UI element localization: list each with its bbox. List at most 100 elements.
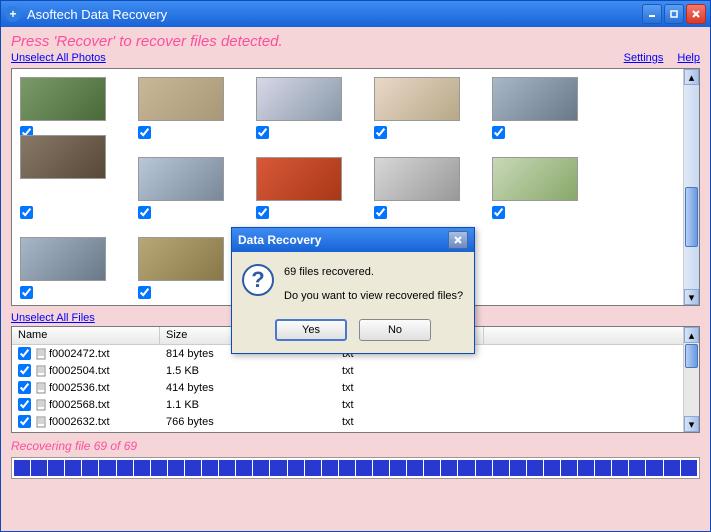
- titlebar: + Asoftech Data Recovery: [1, 1, 710, 27]
- photo-thumbnail: [374, 77, 460, 121]
- progress-segment: [578, 460, 594, 476]
- progress-segment: [527, 460, 543, 476]
- scroll-up-icon[interactable]: ▴: [684, 327, 699, 343]
- file-row[interactable]: f0002536.txt414 bytestxt: [12, 379, 699, 396]
- scrollbar-thumb[interactable]: [685, 187, 698, 247]
- photo-item[interactable]: [256, 77, 342, 121]
- photo-checkbox[interactable]: [20, 286, 33, 299]
- maximize-button[interactable]: [664, 4, 684, 24]
- dialog-titlebar: Data Recovery: [232, 228, 474, 252]
- file-ext: txt: [336, 382, 484, 394]
- photo-item[interactable]: [256, 157, 342, 201]
- photo-item[interactable]: [138, 237, 224, 281]
- photo-item[interactable]: [374, 77, 460, 121]
- photo-checkbox[interactable]: [138, 206, 151, 219]
- window-buttons: [642, 4, 706, 24]
- file-ext: txt: [336, 365, 484, 377]
- photo-item[interactable]: [20, 77, 106, 121]
- dialog-close-button[interactable]: [448, 231, 468, 249]
- photo-thumbnail: [20, 237, 106, 281]
- photo-thumbnail: [374, 157, 460, 201]
- photo-checkbox[interactable]: [492, 206, 505, 219]
- progress-segment: [510, 460, 526, 476]
- file-scrollbar[interactable]: ▴ ▾: [683, 327, 699, 432]
- progress-segment: [441, 460, 457, 476]
- file-checkbox[interactable]: [18, 347, 31, 360]
- photo-thumbnail: [138, 237, 224, 281]
- progress-segment: [14, 460, 30, 476]
- settings-link[interactable]: Settings: [624, 52, 664, 64]
- file-row[interactable]: f0002632.txt766 bytestxt: [12, 413, 699, 430]
- yes-button[interactable]: Yes: [275, 319, 347, 341]
- progress-segment: [390, 460, 406, 476]
- scrollbar-thumb[interactable]: [685, 344, 698, 368]
- file-icon: [35, 399, 47, 411]
- scroll-down-icon[interactable]: ▾: [684, 289, 699, 305]
- minimize-button[interactable]: [642, 4, 662, 24]
- photo-thumbnail: [256, 157, 342, 201]
- photo-thumbnail: [492, 157, 578, 201]
- photo-checkbox[interactable]: [138, 126, 151, 139]
- progress-segment: [681, 460, 697, 476]
- progress-segment: [646, 460, 662, 476]
- no-button[interactable]: No: [359, 319, 431, 341]
- photo-checkbox[interactable]: [492, 126, 505, 139]
- progress-segment: [629, 460, 645, 476]
- app-title: Asoftech Data Recovery: [27, 7, 642, 22]
- file-icon: [35, 416, 47, 428]
- photo-item[interactable]: [138, 157, 224, 201]
- progress-segment: [253, 460, 269, 476]
- photo-item[interactable]: [20, 237, 106, 281]
- photo-checkbox[interactable]: [374, 206, 387, 219]
- file-name: f0002568.txt: [49, 399, 110, 411]
- photo-thumbnail: [138, 77, 224, 121]
- recovery-dialog: Data Recovery ? 69 files recovered. Do y…: [231, 227, 475, 354]
- file-size: 414 bytes: [160, 382, 336, 394]
- progress-segment: [31, 460, 47, 476]
- progress-segment: [202, 460, 218, 476]
- top-links: Unselect All Photos Settings Help: [11, 52, 700, 64]
- instruction-text: Press 'Recover' to recover files detecte…: [11, 33, 700, 50]
- photo-checkbox[interactable]: [138, 286, 151, 299]
- progress-segment: [407, 460, 423, 476]
- progress-segment: [305, 460, 321, 476]
- photo-item[interactable]: [492, 77, 578, 121]
- photo-checkbox[interactable]: [374, 126, 387, 139]
- file-row[interactable]: f0002568.txt1.1 KBtxt: [12, 396, 699, 413]
- close-button[interactable]: [686, 4, 706, 24]
- help-link[interactable]: Help: [677, 52, 700, 64]
- app-window: + Asoftech Data Recovery Press 'Recover'…: [0, 0, 711, 532]
- file-row[interactable]: f0002504.txt1.5 KBtxt: [12, 362, 699, 379]
- progress-segment: [236, 460, 252, 476]
- file-checkbox[interactable]: [18, 398, 31, 411]
- photo-checkbox[interactable]: [256, 126, 269, 139]
- column-name[interactable]: Name: [12, 327, 160, 344]
- file-checkbox[interactable]: [18, 381, 31, 394]
- file-name: f0002632.txt: [49, 416, 110, 428]
- unselect-photos-link[interactable]: Unselect All Photos: [11, 52, 106, 64]
- scroll-down-icon[interactable]: ▾: [684, 416, 699, 432]
- file-name: f0002472.txt: [49, 348, 110, 360]
- progress-segment: [117, 460, 133, 476]
- photo-item[interactable]: [492, 157, 578, 201]
- file-name: f0002504.txt: [49, 365, 110, 377]
- file-icon: [35, 365, 47, 377]
- progress-segment: [424, 460, 440, 476]
- photo-item[interactable]: [138, 77, 224, 121]
- file-checkbox[interactable]: [18, 415, 31, 428]
- progress-segment: [65, 460, 81, 476]
- photo-item[interactable]: [20, 135, 106, 201]
- photo-checkbox[interactable]: [20, 206, 33, 219]
- unselect-files-link[interactable]: Unselect All Files: [11, 312, 95, 324]
- progress-segment: [664, 460, 680, 476]
- progress-segment: [595, 460, 611, 476]
- file-checkbox[interactable]: [18, 364, 31, 377]
- photo-scrollbar[interactable]: ▴ ▾: [683, 69, 699, 305]
- photo-checkbox[interactable]: [256, 206, 269, 219]
- photo-item[interactable]: [374, 157, 460, 201]
- dialog-line2: Do you want to view recovered files?: [284, 288, 463, 306]
- file-icon: [35, 382, 47, 394]
- progress-segment: [561, 460, 577, 476]
- progress-segment: [544, 460, 560, 476]
- scroll-up-icon[interactable]: ▴: [684, 69, 699, 85]
